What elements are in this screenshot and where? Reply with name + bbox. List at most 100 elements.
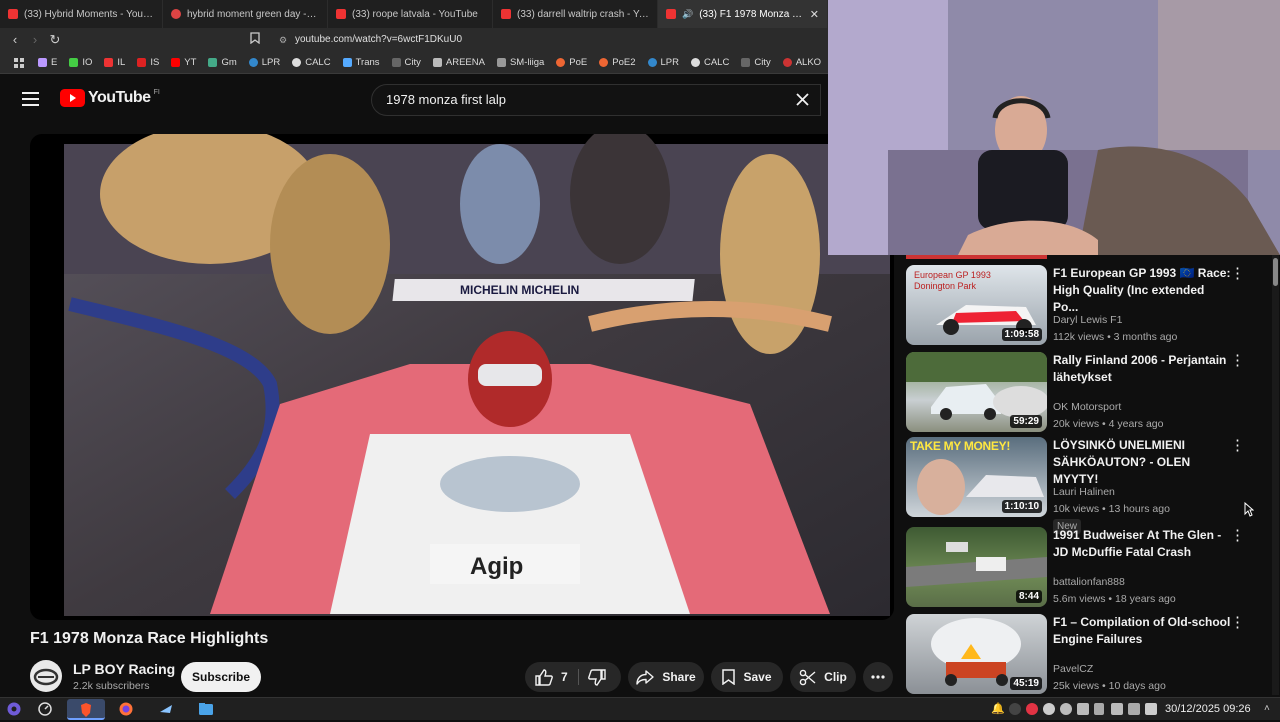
like-button[interactable]: 7 bbox=[535, 668, 568, 686]
more-options-icon[interactable]: ⋮ bbox=[1230, 265, 1245, 283]
taskbar-brave-browser[interactable] bbox=[67, 699, 105, 720]
start-menu-icon[interactable] bbox=[6, 701, 24, 718]
forward-icon[interactable]: › bbox=[27, 32, 43, 48]
tab-monza-active[interactable]: 🔊 (33) F1 1978 Monza Race ✕ bbox=[658, 0, 828, 28]
tray-sync-icon[interactable] bbox=[1043, 703, 1055, 715]
more-options-icon[interactable]: ⋮ bbox=[1230, 352, 1245, 370]
bookmark-is[interactable]: IS bbox=[131, 57, 165, 68]
clip-button[interactable]: Clip bbox=[790, 662, 856, 692]
channel-name[interactable]: battalionfan888 bbox=[1053, 576, 1125, 588]
audio-playing-icon[interactable]: 🔊 bbox=[682, 9, 693, 20]
video-thumbnail[interactable]: 45:19 bbox=[906, 614, 1047, 694]
bookmark-sm-liiga[interactable]: SM-liiga bbox=[491, 57, 550, 68]
steam-icon[interactable] bbox=[158, 701, 176, 718]
bookmark-lpr[interactable]: LPR bbox=[243, 57, 286, 68]
save-button[interactable]: Save bbox=[711, 662, 783, 692]
channel-name[interactable]: OK Motorsport bbox=[1053, 401, 1121, 413]
recommendation-item[interactable]: TAKE MY MONEY! 1:10:10 LÖYSINKÖ UNELMIEN… bbox=[906, 437, 1256, 534]
bookmark-city[interactable]: City bbox=[386, 57, 427, 68]
bookmark-icon[interactable] bbox=[247, 32, 263, 48]
channel-name[interactable]: LP BOY Racing bbox=[73, 661, 175, 677]
tab-darrell-waltrip[interactable]: (33) darrell waltrip crash - YouTu bbox=[493, 0, 658, 28]
thumbnail-caption: TAKE MY MONEY! bbox=[910, 439, 1011, 453]
video-thumbnail[interactable]: European GP 1993 Donington Park 1:09:58 bbox=[906, 265, 1047, 345]
frame-michelin-text: MICHELIN MICHELIN bbox=[460, 283, 579, 297]
channel-name[interactable]: Daryl Lewis F1 bbox=[1053, 314, 1122, 326]
apps-grid-icon[interactable] bbox=[8, 57, 32, 68]
video-meta: 112k views • 3 months ago bbox=[1053, 331, 1178, 343]
notifications-bell-icon[interactable]: 🔔 bbox=[991, 703, 1005, 715]
channel-avatar[interactable] bbox=[30, 660, 62, 692]
bookmark-calc[interactable]: CALC bbox=[286, 57, 336, 68]
tab-title: (33) Hybrid Moments - YouTube bbox=[24, 8, 154, 20]
bookmark-gm[interactable]: Gm bbox=[202, 57, 242, 68]
scrollbar-thumb[interactable] bbox=[1273, 258, 1278, 286]
bookmark-poe2[interactable]: PoE2 bbox=[593, 57, 641, 68]
recording-indicator-icon[interactable] bbox=[1026, 703, 1038, 715]
bookmark-yt[interactable]: YT bbox=[165, 57, 202, 68]
bookmark-lpr-2[interactable]: LPR bbox=[642, 57, 685, 68]
bookmark-city-2[interactable]: City bbox=[735, 57, 776, 68]
recommendation-item[interactable]: 8:44 1991 Budweiser At The Glen - JD McD… bbox=[906, 527, 1256, 607]
taskbar-clock[interactable]: 30/12/2025 09:26 bbox=[1165, 703, 1251, 715]
tab-hybrid-moments[interactable]: (33) Hybrid Moments - YouTube bbox=[0, 0, 163, 28]
bookmark-favicon-icon bbox=[137, 58, 147, 67]
youtube-logo[interactable]: YouTube FI bbox=[60, 89, 160, 107]
bookmark-poe[interactable]: PoE bbox=[550, 57, 593, 68]
video-player[interactable]: MICHELIN MICHELIN Agip bbox=[30, 134, 894, 620]
more-actions-button[interactable] bbox=[863, 662, 893, 692]
recommendation-item[interactable]: 45:19 F1 – Compilation of Old-school Eng… bbox=[906, 614, 1256, 694]
tray-expand-icon[interactable]: ˄ bbox=[1264, 703, 1276, 715]
search-box[interactable]: 1978 monza first lalp bbox=[371, 84, 821, 116]
sidebar-scrollbar[interactable] bbox=[1272, 255, 1279, 695]
video-thumbnail[interactable]: 59:29 bbox=[906, 352, 1047, 432]
bookmark-trans[interactable]: Trans bbox=[337, 57, 386, 68]
video-title[interactable]: 1991 Budweiser At The Glen - JD McDuffie… bbox=[1053, 527, 1233, 561]
video-title[interactable]: Rally Finland 2006 - Perjantain lähetyks… bbox=[1053, 352, 1233, 386]
firefox-icon[interactable] bbox=[118, 701, 136, 718]
bluetooth-icon[interactable] bbox=[1077, 703, 1089, 715]
bookmark-areena[interactable]: AREENA bbox=[427, 57, 491, 68]
reload-icon[interactable]: ↻ bbox=[47, 32, 63, 48]
menu-icon[interactable] bbox=[22, 92, 39, 111]
bookmark-il[interactable]: IL bbox=[98, 57, 131, 68]
tab-brave-search[interactable]: hybrid moment green day - Bra bbox=[163, 0, 328, 28]
video-thumbnail[interactable]: TAKE MY MONEY! 1:10:10 bbox=[906, 437, 1047, 517]
more-options-icon[interactable]: ⋮ bbox=[1230, 527, 1245, 545]
tray-app-icon[interactable] bbox=[1009, 703, 1021, 715]
region-code: FI bbox=[153, 89, 160, 96]
video-title[interactable]: LÖYSINKÖ UNELMIENI SÄHKÖAUTON? - OLEN MY… bbox=[1053, 437, 1233, 488]
tab-roope-latvala[interactable]: (33) roope latvala - YouTube bbox=[328, 0, 493, 28]
more-options-icon[interactable]: ⋮ bbox=[1230, 437, 1245, 455]
site-info-icon[interactable]: ⚙ bbox=[279, 31, 287, 49]
subscribe-button[interactable]: Subscribe bbox=[181, 662, 261, 692]
bookmark-io[interactable]: IO bbox=[63, 57, 98, 68]
channel-name[interactable]: PavelCZ bbox=[1053, 663, 1093, 675]
clear-search-icon[interactable] bbox=[796, 93, 809, 111]
video-title[interactable]: F1 – Compilation of Old-school Engine Fa… bbox=[1053, 614, 1233, 648]
network-icon[interactable] bbox=[1128, 703, 1140, 715]
microphone-icon[interactable] bbox=[1111, 703, 1123, 715]
video-title[interactable]: F1 European GP 1993 🇪🇺 Race: High Qualit… bbox=[1053, 265, 1233, 316]
bookmark-calc-2[interactable]: CALC bbox=[685, 57, 735, 68]
bookmark-favicon-icon bbox=[496, 58, 506, 67]
back-icon[interactable]: ‹ bbox=[7, 32, 23, 48]
video-thumbnail[interactable]: 8:44 bbox=[906, 527, 1047, 607]
file-manager-icon[interactable] bbox=[198, 701, 216, 718]
recommendation-item[interactable]: European GP 1993 Donington Park 1:09:58 … bbox=[906, 265, 1256, 345]
search-input[interactable]: 1978 monza first lalp bbox=[386, 92, 506, 107]
clipboard-icon[interactable] bbox=[1094, 703, 1104, 715]
bookmark-alko[interactable]: ALKO bbox=[777, 57, 827, 68]
share-button[interactable]: Share bbox=[628, 662, 704, 692]
channel-name[interactable]: Lauri Halinen bbox=[1053, 486, 1115, 498]
dislike-button[interactable] bbox=[588, 669, 606, 689]
system-monitor-icon[interactable] bbox=[37, 701, 55, 718]
close-tab-icon[interactable]: ✕ bbox=[810, 8, 819, 21]
recommendation-item[interactable]: 59:29 Rally Finland 2006 - Perjantain lä… bbox=[906, 352, 1256, 432]
media-play-icon[interactable] bbox=[1060, 703, 1072, 715]
bookmark-e[interactable]: E bbox=[32, 57, 63, 68]
url-field[interactable]: ⚙ youtube.com/watch?v=6wctF1DKuU0 bbox=[275, 31, 820, 49]
more-options-icon[interactable]: ⋮ bbox=[1230, 614, 1245, 632]
volume-icon[interactable] bbox=[1145, 703, 1157, 715]
tab-title: (33) roope latvala - YouTube bbox=[352, 8, 478, 20]
